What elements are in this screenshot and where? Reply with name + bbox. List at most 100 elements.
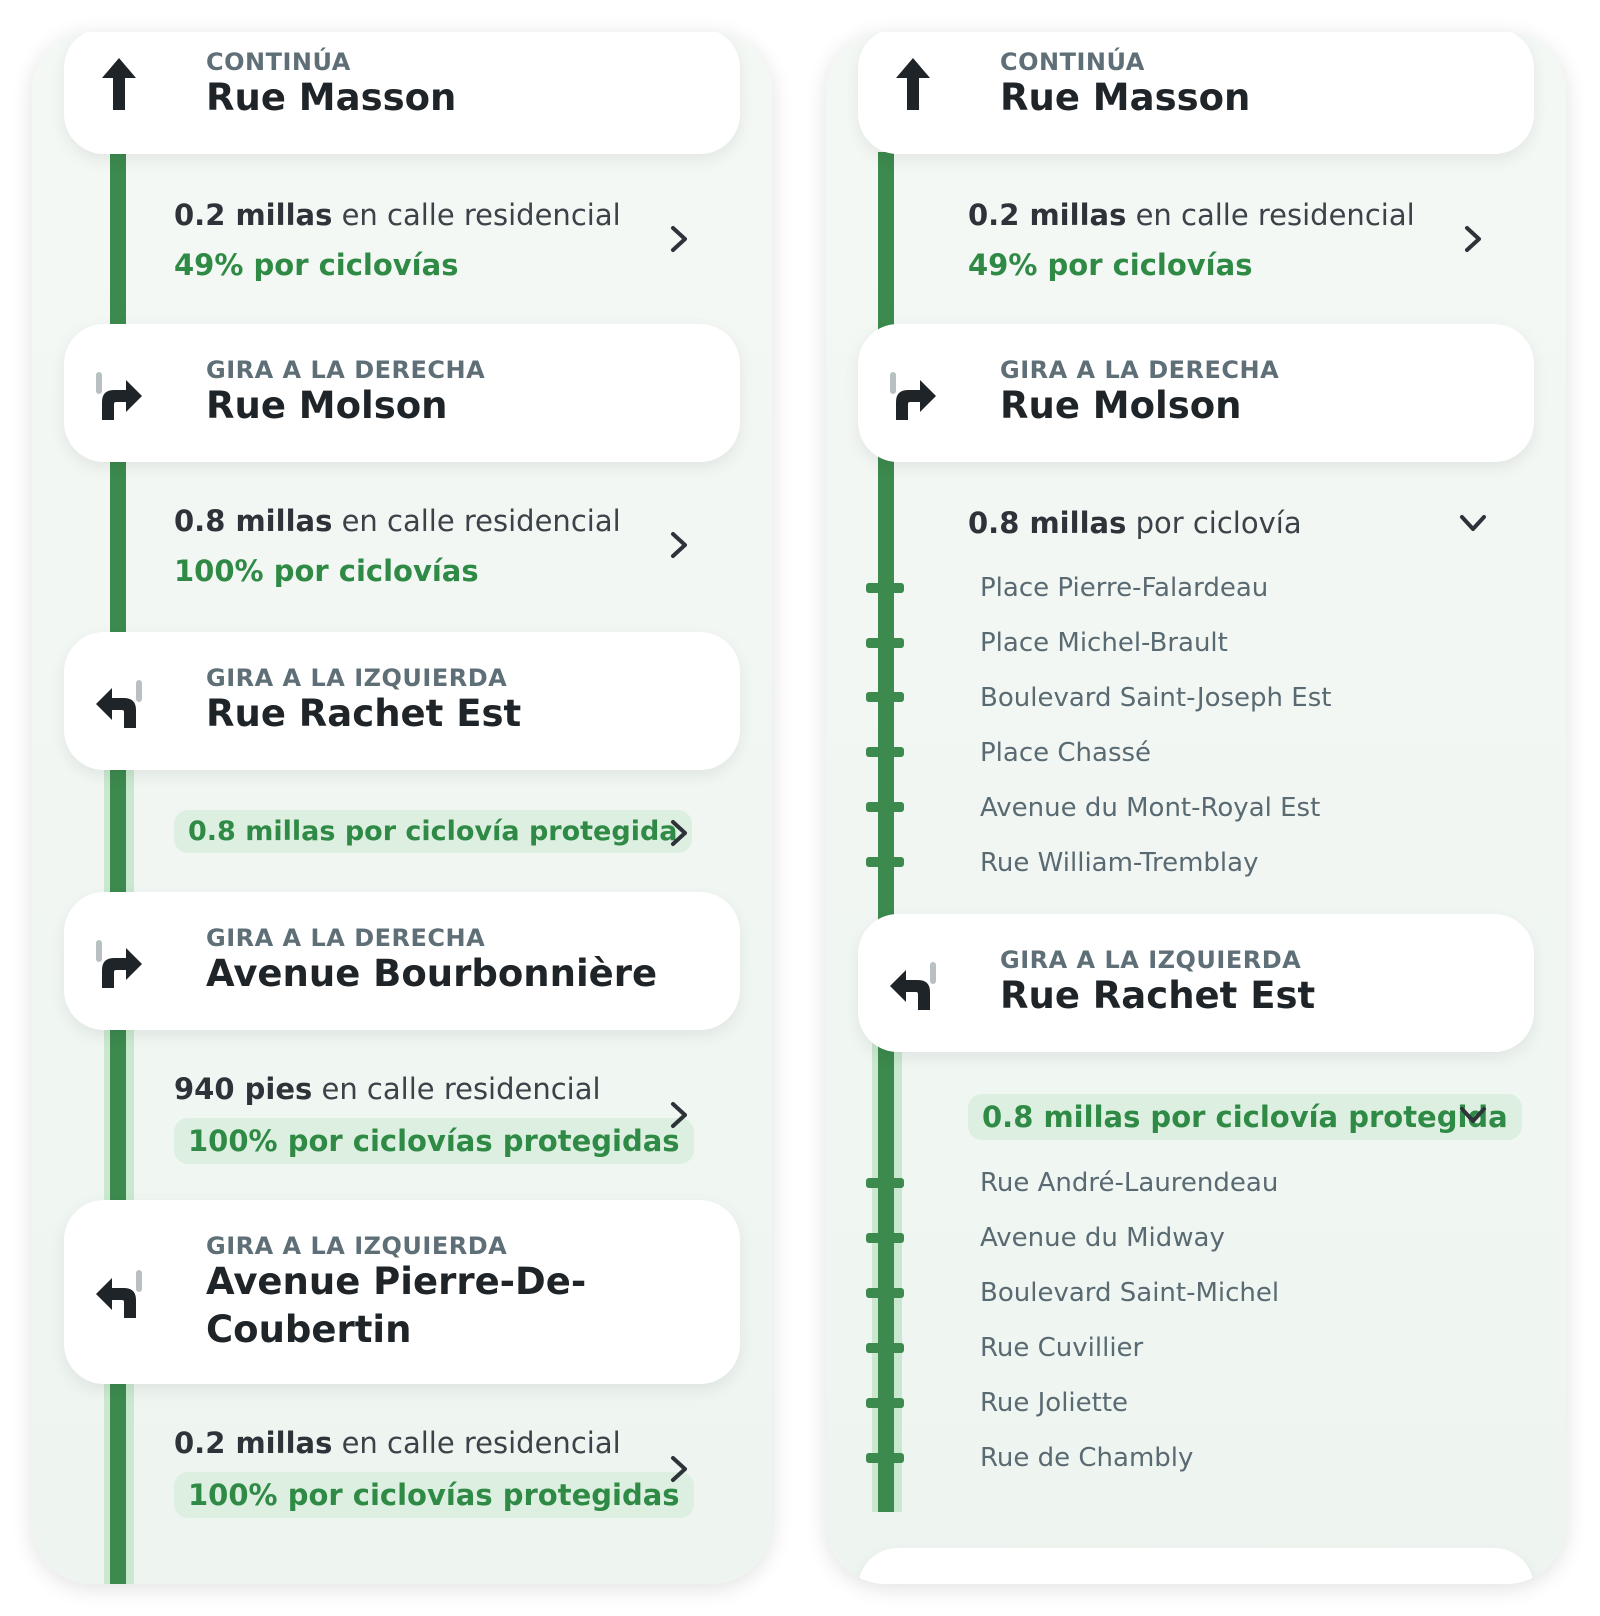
cross-street-tick [866, 857, 904, 867]
turn-right-icon [96, 372, 142, 420]
segment-summary[interactable]: 0.2 millas en calle residencial 100% por… [174, 1426, 694, 1518]
bikeway-percent: 49% por ciclovías [174, 248, 459, 282]
segment-distance: 0.2 millas [968, 198, 1127, 232]
cross-street-tick [866, 747, 904, 757]
route-panel-left: CONTINÚA Rue Masson 0.2 millas en calle … [32, 32, 772, 1584]
route-rail [110, 1022, 126, 1202]
route-rail [110, 762, 126, 902]
street-name: Rue Rachet Est [1000, 974, 1316, 1017]
chevron-right-icon[interactable] [664, 1100, 694, 1130]
maneuver-label: GIRA A LA IZQUIERDA [206, 664, 508, 692]
cross-street-tick [866, 1288, 904, 1298]
route-rail [110, 1372, 126, 1584]
segment-summary[interactable]: 0.8 millas por ciclovía protegida [174, 810, 692, 853]
chevron-down-icon[interactable] [1458, 1100, 1488, 1130]
segment-distance: 0.2 millas [174, 1426, 333, 1460]
bikeway-percent: 49% por ciclovías [968, 248, 1253, 282]
street-name: Rue Molson [206, 384, 448, 427]
street-name: Rue Masson [206, 76, 457, 119]
cross-street: Place Michel-Brault [980, 628, 1228, 658]
arrow-up-icon [102, 58, 136, 110]
protected-bikeway-badge: 0.8 millas por ciclovía protegida [174, 810, 692, 853]
segment-type: por ciclovía [1135, 506, 1302, 540]
segment-summary[interactable]: 0.2 millas en calle residencial 49% por … [174, 198, 621, 282]
step-card[interactable] [858, 1548, 1534, 1584]
step-card[interactable]: GIRA A LA DERECHA Rue Molson [64, 324, 740, 462]
protected-bikeway-badge: 100% por ciclovías protegidas [174, 1472, 694, 1518]
chevron-right-icon[interactable] [1458, 224, 1488, 254]
maneuver-label: GIRA A LA IZQUIERDA [206, 1232, 508, 1260]
cross-street-tick [866, 802, 904, 812]
cross-street-tick [866, 1343, 904, 1353]
route-rail [110, 152, 126, 332]
turn-left-icon [890, 962, 936, 1010]
cross-street-list: Rue André-Laurendeau Avenue du Midway Bo… [980, 1156, 1279, 1486]
step-card[interactable]: CONTINÚA Rue Masson [858, 32, 1534, 154]
step-card[interactable]: CONTINÚA Rue Masson [64, 32, 740, 154]
cross-street: Rue de Chambly [980, 1443, 1194, 1473]
maneuver-label: GIRA A LA DERECHA [1000, 356, 1280, 384]
segment-summary-expanded[interactable]: 0.8 millas por ciclovía protegida [968, 1094, 1522, 1140]
turn-left-icon [96, 680, 142, 728]
chevron-right-icon[interactable] [664, 530, 694, 560]
street-name: Rue Molson [1000, 384, 1242, 427]
protected-bikeway-badge: 0.8 millas por ciclovía protegida [968, 1094, 1522, 1140]
route-rail [878, 452, 894, 922]
maneuver-label: CONTINÚA [1000, 48, 1145, 76]
route-rail [878, 152, 894, 332]
street-name: Rue Masson [1000, 76, 1251, 119]
chevron-down-icon[interactable] [1458, 508, 1488, 538]
cross-street-tick [866, 638, 904, 648]
segment-summary[interactable]: 0.8 millas en calle residencial 100% por… [174, 504, 621, 588]
cross-street: Boulevard Saint-Joseph Est [980, 683, 1332, 713]
segment-summary[interactable]: 0.2 millas en calle residencial 49% por … [968, 198, 1415, 282]
bikeway-percent: 100% por ciclovías [174, 554, 479, 588]
cross-street-tick [866, 1453, 904, 1463]
cross-street-tick [866, 1178, 904, 1188]
maneuver-label: GIRA A LA DERECHA [206, 356, 486, 384]
segment-type: en calle residencial [341, 1426, 621, 1460]
segment-type: en calle residencial [1135, 198, 1415, 232]
cross-street: Rue Joliette [980, 1388, 1129, 1418]
cross-street-list: Place Pierre-Falardeau Place Michel-Brau… [980, 561, 1331, 891]
segment-distance: 0.8 millas [174, 504, 333, 538]
step-card[interactable]: GIRA A LA IZQUIERDA Rue Rachet Est [64, 632, 740, 770]
street-name: Avenue Pierre-De-Coubertin [206, 1260, 587, 1351]
cross-street-tick [866, 583, 904, 593]
segment-type: en calle residencial [341, 504, 621, 538]
maneuver-label: CONTINÚA [206, 48, 351, 76]
cross-street-tick [866, 1398, 904, 1408]
step-card[interactable]: GIRA A LA IZQUIERDA Rue Rachet Est [858, 914, 1534, 1052]
cross-street-tick [866, 1233, 904, 1243]
chevron-right-icon[interactable] [664, 1454, 694, 1484]
segment-summary-expanded[interactable]: 0.8 millas por ciclovía [968, 506, 1302, 540]
cross-street-tick [866, 692, 904, 702]
protected-bikeway-badge: 100% por ciclovías protegidas [174, 1118, 694, 1164]
step-card[interactable]: GIRA A LA DERECHA Avenue Bourbonnière [64, 892, 740, 1030]
street-name: Rue Rachet Est [206, 692, 522, 735]
cross-street: Avenue du Mont-Royal Est [980, 793, 1321, 823]
cross-street: Rue William-Tremblay [980, 848, 1259, 878]
street-name: Avenue Bourbonnière [206, 952, 658, 995]
cross-street: Place Pierre-Falardeau [980, 573, 1269, 603]
step-card[interactable]: GIRA A LA DERECHA Rue Molson [858, 324, 1534, 462]
route-panel-right: CONTINÚA Rue Masson 0.2 millas en calle … [826, 32, 1566, 1584]
chevron-right-icon[interactable] [664, 818, 694, 848]
turn-right-icon [96, 940, 142, 988]
segment-distance: 0.2 millas [174, 198, 333, 232]
cross-street: Place Chassé [980, 738, 1152, 768]
route-rail [878, 1042, 894, 1512]
step-card[interactable]: GIRA A LA IZQUIERDA Avenue Pierre-De-Cou… [64, 1200, 740, 1384]
chevron-right-icon[interactable] [664, 224, 694, 254]
cross-street: Rue Cuvillier [980, 1333, 1144, 1363]
turn-left-icon [96, 1270, 142, 1318]
segment-type: en calle residencial [341, 198, 621, 232]
route-rail [110, 452, 126, 632]
cross-street: Boulevard Saint-Michel [980, 1278, 1280, 1308]
segment-type: en calle residencial [321, 1072, 601, 1106]
maneuver-label: GIRA A LA IZQUIERDA [1000, 946, 1302, 974]
segment-distance: 0.8 millas [968, 506, 1127, 540]
cross-street: Rue André-Laurendeau [980, 1168, 1279, 1198]
segment-summary[interactable]: 940 pies en calle residencial 100% por c… [174, 1072, 694, 1164]
segment-distance: 940 pies [174, 1072, 313, 1106]
